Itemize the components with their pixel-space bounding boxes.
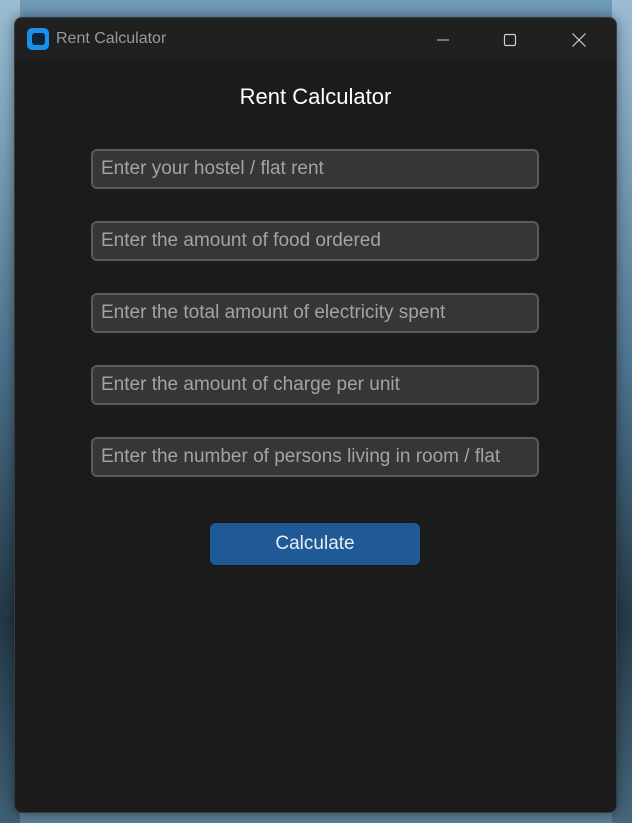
window-title: Rent Calculator [56, 30, 167, 47]
electricity-field-wrapper [91, 293, 539, 333]
food-amount-input[interactable] [93, 223, 537, 259]
rent-input[interactable] [93, 151, 537, 187]
app-window: Rent Calculator Rent Calculator Enter yo… [14, 17, 617, 813]
food-field-wrapper [91, 221, 539, 261]
persons-field-wrapper [91, 437, 539, 477]
maximize-button[interactable] [487, 18, 533, 61]
title-bar[interactable]: Rent Calculator [15, 18, 616, 61]
page-title: Rent Calculator [239, 84, 392, 109]
electricity-amount-input[interactable] [93, 295, 537, 331]
maximize-icon [503, 33, 517, 46]
close-icon [572, 32, 586, 47]
minimize-icon [437, 39, 449, 40]
minimize-button[interactable] [420, 18, 466, 61]
charge-per-unit-input[interactable] [93, 367, 537, 403]
charge-field-wrapper [91, 365, 539, 405]
calculate-button[interactable]: Calculate [210, 523, 420, 565]
close-button[interactable] [556, 18, 602, 61]
persons-count-input[interactable] [93, 439, 537, 475]
rent-field-wrapper [91, 149, 539, 189]
app-icon [27, 28, 49, 50]
